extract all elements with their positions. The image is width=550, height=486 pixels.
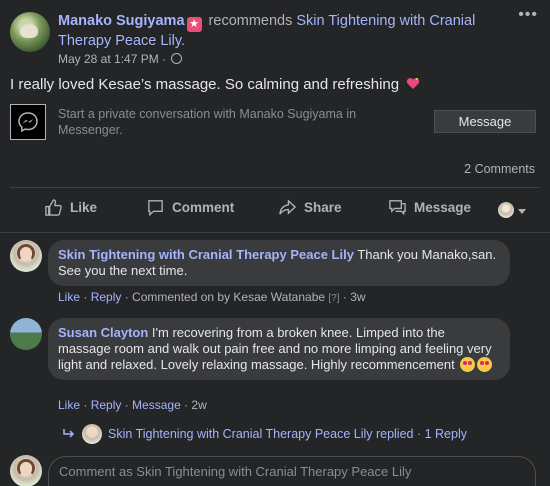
reply-summary-text: Skin Tightening with Cranial Therapy Pea… xyxy=(108,427,467,441)
post-body: I really loved Kesae’s massage. So calmi… xyxy=(10,76,420,93)
view-replies-link[interactable]: Skin Tightening with Cranial Therapy Pea… xyxy=(62,424,467,444)
comment-icon xyxy=(148,200,163,217)
comment-time[interactable]: 3w xyxy=(350,290,365,304)
composer-avatar xyxy=(10,455,42,486)
post-meta: May 28 at 1:47 PM · xyxy=(58,52,183,66)
post-text: I really loved Kesae’s massage. So calmi… xyxy=(10,76,400,93)
comment-like-link[interactable]: Like xyxy=(58,398,80,412)
comment-input[interactable]: Comment as Skin Tightening with Cranial … xyxy=(48,456,536,486)
heart-eyes-emoji-icon xyxy=(477,357,493,372)
like-button[interactable]: Like xyxy=(44,198,97,217)
share-button[interactable]: Share xyxy=(278,198,342,217)
comment-bubble: Skin Tightening with Cranial Therapy Pea… xyxy=(48,240,510,286)
author-name[interactable]: Manako Sugiyama xyxy=(58,13,185,29)
replier-avatar xyxy=(82,424,102,444)
message-button[interactable]: Message xyxy=(434,110,536,133)
comment-reply-link[interactable]: Reply xyxy=(91,290,122,304)
comment-reply-link[interactable]: Reply xyxy=(91,398,122,412)
post-card: Manako Sugiyama ★ recommends Skin Tighten… xyxy=(0,0,550,486)
commenter-avatar[interactable] xyxy=(10,318,42,350)
divider xyxy=(10,187,540,188)
help-link[interactable]: [?] xyxy=(328,293,339,304)
message-label: Message xyxy=(414,200,472,215)
messenger-icon xyxy=(10,104,46,140)
comment-bubble: Susan Clayton I'm recovering from a brok… xyxy=(48,318,510,380)
messenger-prompt: Start a private conversation with Manako… xyxy=(58,107,357,137)
reply-arrow-icon xyxy=(63,429,75,438)
divider xyxy=(0,232,550,233)
comment-time[interactable]: 2w xyxy=(191,398,206,412)
identity-avatar[interactable] xyxy=(498,202,514,218)
comment-meta: Like · Reply · Commented on by Kesae Wat… xyxy=(58,290,366,304)
sparkling-heart-icon xyxy=(407,78,420,89)
send-message-button[interactable]: Message xyxy=(388,198,471,217)
globe-icon xyxy=(171,53,183,64)
comment-meta: Like · Reply · Message · 2w xyxy=(58,398,207,412)
recommends-text: recommends xyxy=(208,13,293,29)
more-options-icon[interactable]: ••• xyxy=(518,6,538,24)
commenter-avatar[interactable] xyxy=(10,240,42,272)
comment-message-link[interactable]: Message xyxy=(132,398,181,412)
message-icon xyxy=(389,200,406,216)
post-headline: Manako Sugiyama ★ recommends Skin Tighten… xyxy=(58,12,508,51)
like-label: Like xyxy=(70,200,98,215)
author-avatar[interactable] xyxy=(10,12,50,52)
post-date[interactable]: May 28 at 1:47 PM · xyxy=(58,52,166,66)
comment-like-link[interactable]: Like xyxy=(58,290,80,304)
thumbs-up-icon xyxy=(45,199,62,216)
recommend-star-icon: ★ xyxy=(186,17,202,32)
comments-count[interactable]: 2 Comments xyxy=(464,162,535,176)
comment-label: Comment xyxy=(172,200,235,215)
comment-author[interactable]: Skin Tightening with Cranial Therapy Pea… xyxy=(58,247,354,262)
comment-author[interactable]: Susan Clayton xyxy=(58,325,148,340)
action-bar: Like Comment Share Message xyxy=(0,198,550,224)
commented-on-text: Commented on by Kesae Watanabe xyxy=(132,290,326,304)
chevron-down-icon[interactable] xyxy=(518,209,526,214)
comment-button[interactable]: Comment xyxy=(146,198,234,217)
share-icon xyxy=(279,199,297,215)
heart-eyes-emoji-icon xyxy=(460,357,476,372)
share-label: Share xyxy=(304,200,342,215)
